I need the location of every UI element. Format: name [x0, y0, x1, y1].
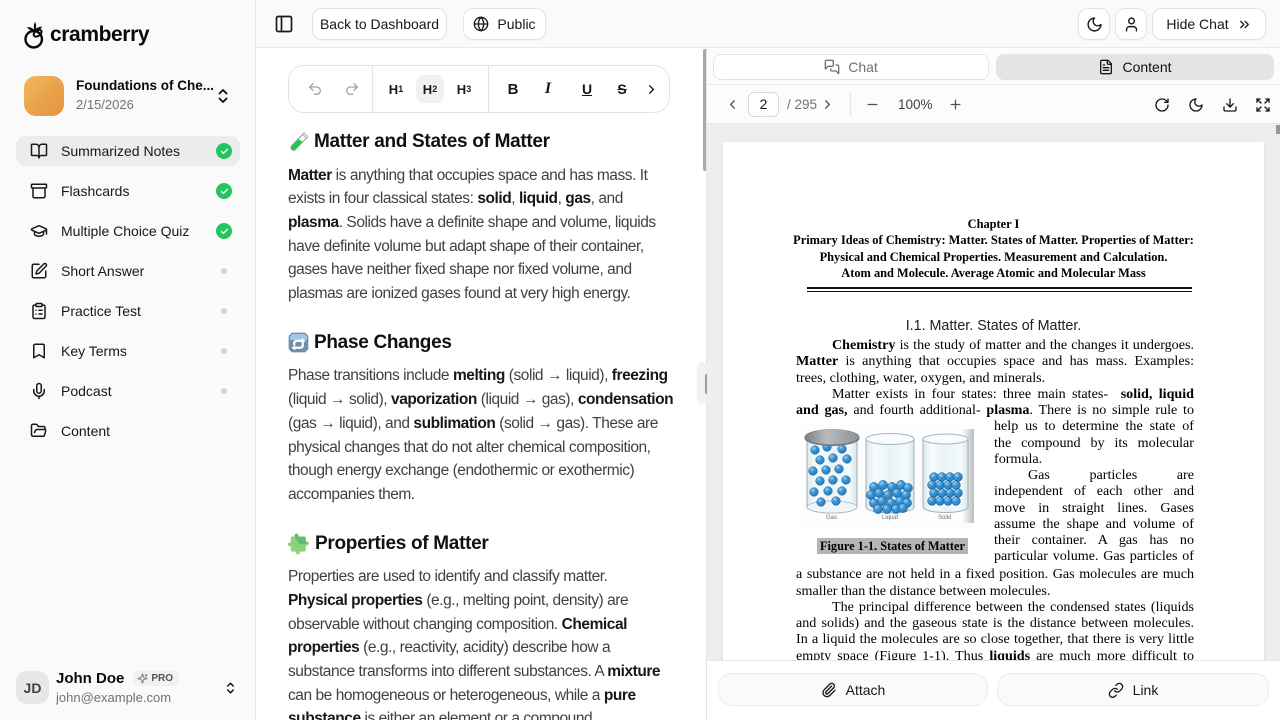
svg-text:Solid: Solid: [938, 515, 951, 521]
svg-text:Gas: Gas: [826, 515, 837, 521]
svg-text:Liquid: Liquid: [882, 515, 898, 521]
